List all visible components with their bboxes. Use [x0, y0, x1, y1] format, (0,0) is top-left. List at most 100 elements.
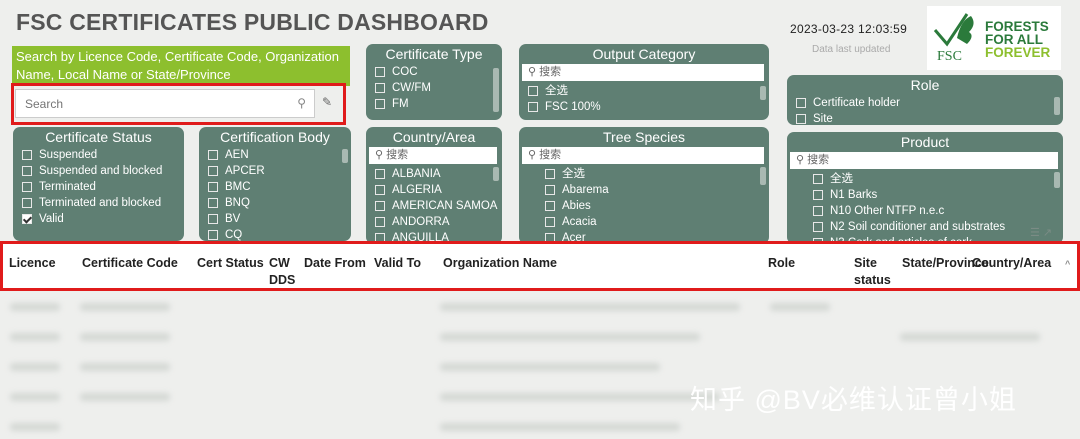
search-icon[interactable]: ⚲ [297, 96, 306, 110]
checkbox[interactable] [22, 182, 32, 192]
logo-tagline: FORESTS FOR ALL FOREVER [985, 19, 1051, 60]
filter-title: Certificate Status [45, 129, 152, 145]
certificate-type-filter: Certificate Type COC CW/FM FM [366, 44, 502, 120]
filter-option-terminated-blocked[interactable]: Terminated and blocked [13, 195, 184, 211]
scrollbar[interactable] [493, 68, 499, 112]
filter-option[interactable]: BMC [199, 179, 351, 195]
filter-option-coc[interactable]: COC [366, 64, 502, 80]
checkbox[interactable] [208, 166, 218, 176]
table-row [440, 423, 680, 431]
checkbox[interactable] [208, 150, 218, 160]
checkbox[interactable] [375, 99, 385, 109]
watermark: 知乎 @BV必维认证曾小姐 [690, 385, 1017, 415]
checkbox[interactable] [375, 185, 385, 195]
scrollbar[interactable] [342, 149, 348, 163]
checkbox[interactable] [375, 67, 385, 77]
table-row [80, 333, 170, 341]
checkbox[interactable] [545, 169, 555, 179]
scrollbar[interactable] [1054, 97, 1060, 115]
filter-search-input[interactable]: ⚲ 搜索 [522, 147, 764, 164]
filter-option-select-all[interactable]: 全选 [787, 171, 1063, 187]
filter-option-suspended-blocked[interactable]: Suspended and blocked [13, 163, 184, 179]
filter-title: Role [910, 77, 940, 93]
filter-option[interactable]: APCER [199, 163, 351, 179]
search-box[interactable]: ⚲ [15, 89, 315, 118]
filter-search-input[interactable]: ⚲ 搜索 [790, 152, 1058, 169]
checkbox[interactable] [22, 166, 32, 176]
checkbox[interactable] [375, 169, 385, 179]
checkbox[interactable] [375, 201, 385, 211]
filter-title: Certification Body [220, 129, 330, 145]
filter-option[interactable]: Abarema [519, 182, 769, 198]
focus-mode-icon[interactable]: ☰ ↗ [1030, 226, 1052, 239]
filter-option-terminated[interactable]: Terminated [13, 179, 184, 195]
checkbox[interactable] [813, 174, 823, 184]
tree-species-filter: Tree Species ⚲ 搜索 全选 Abarema Abies Acaci… [519, 127, 769, 244]
filter-option-select-all[interactable]: 全选 [519, 83, 769, 99]
filter-option[interactable]: ALBANIA [366, 166, 502, 182]
checkbox[interactable] [545, 185, 555, 195]
filter-option[interactable]: Acacia [519, 214, 769, 230]
checkbox[interactable] [545, 217, 555, 227]
checkbox[interactable] [528, 102, 538, 112]
checkbox[interactable] [813, 206, 823, 216]
filter-option[interactable]: N1 Barks [787, 187, 1063, 203]
checkbox[interactable] [528, 86, 538, 96]
scrollbar[interactable] [1054, 172, 1060, 188]
checkbox[interactable] [796, 114, 806, 124]
filter-option[interactable]: CQ [199, 227, 351, 241]
search-input[interactable] [16, 90, 286, 117]
page-title: FSC CERTIFICATES PUBLIC DASHBOARD [16, 9, 489, 35]
filter-option-select-all[interactable]: 全选 [519, 166, 769, 182]
filter-option-certificate-holder[interactable]: Certificate holder [787, 95, 1063, 111]
checkbox[interactable] [208, 198, 218, 208]
table-row [440, 333, 700, 341]
last-updated-timestamp: 2023-03-23 12:03:59 [790, 22, 908, 36]
filter-title: Certificate Type [385, 46, 483, 62]
table-header-highlight-box [0, 241, 1080, 291]
product-filter: Product ⚲ 搜索 全选 N1 Barks N10 Other NTFP … [787, 132, 1063, 244]
filter-search-input[interactable]: ⚲ 搜索 [369, 147, 497, 164]
scrollbar[interactable] [493, 167, 499, 181]
filter-option-site[interactable]: Site [787, 111, 1063, 125]
checkbox[interactable] [813, 190, 823, 200]
filter-option-valid[interactable]: Valid [13, 211, 184, 227]
filter-option[interactable]: N10 Other NTFP n.e.c [787, 203, 1063, 219]
checkbox[interactable] [375, 83, 385, 93]
scrollbar[interactable] [760, 86, 766, 100]
filter-option[interactable]: ALGERIA [366, 182, 502, 198]
eraser-icon[interactable]: ✎ [322, 95, 332, 109]
filter-option-cwfm[interactable]: CW/FM [366, 80, 502, 96]
checkbox[interactable] [208, 182, 218, 192]
checkbox-checked[interactable] [22, 214, 32, 224]
filter-option[interactable]: BNQ [199, 195, 351, 211]
checkbox[interactable] [375, 217, 385, 227]
checkbox[interactable] [22, 198, 32, 208]
filter-option[interactable]: Abies [519, 198, 769, 214]
certification-body-filter: Certification Body AEN APCER BMC BNQ BV … [199, 127, 351, 241]
filter-option[interactable]: ANDORRA [366, 214, 502, 230]
checkbox[interactable] [208, 230, 218, 240]
checkbox[interactable] [22, 150, 32, 160]
filter-option[interactable]: N2 Soil conditioner and substrates [787, 219, 1063, 235]
scrollbar[interactable] [760, 167, 766, 185]
search-hint: Search by Licence Code, Certificate Code… [12, 46, 350, 86]
filter-option[interactable]: BV [199, 211, 351, 227]
checkbox[interactable] [208, 214, 218, 224]
filter-option-fm[interactable]: FM [366, 96, 502, 112]
filter-search-input[interactable]: ⚲ 搜索 [522, 64, 764, 81]
filter-option[interactable]: AMERICAN SAMOA [366, 198, 502, 214]
filter-option-fsc-100[interactable]: FSC 100% [519, 99, 769, 115]
checkbox[interactable] [796, 98, 806, 108]
filter-option-suspended[interactable]: Suspended [13, 147, 184, 163]
table-row [440, 393, 720, 401]
checkbox[interactable] [813, 222, 823, 232]
search-icon: ⚲ [528, 66, 540, 78]
checkbox[interactable] [545, 201, 555, 211]
table-row [10, 423, 60, 431]
fsc-logo: FSC FORESTS FOR ALL FOREVER [927, 6, 1061, 70]
table-row [80, 393, 170, 401]
filter-option[interactable]: AEN [199, 147, 351, 163]
search-icon: ⚲ [375, 149, 387, 161]
filter-title: Country/Area [392, 129, 476, 145]
